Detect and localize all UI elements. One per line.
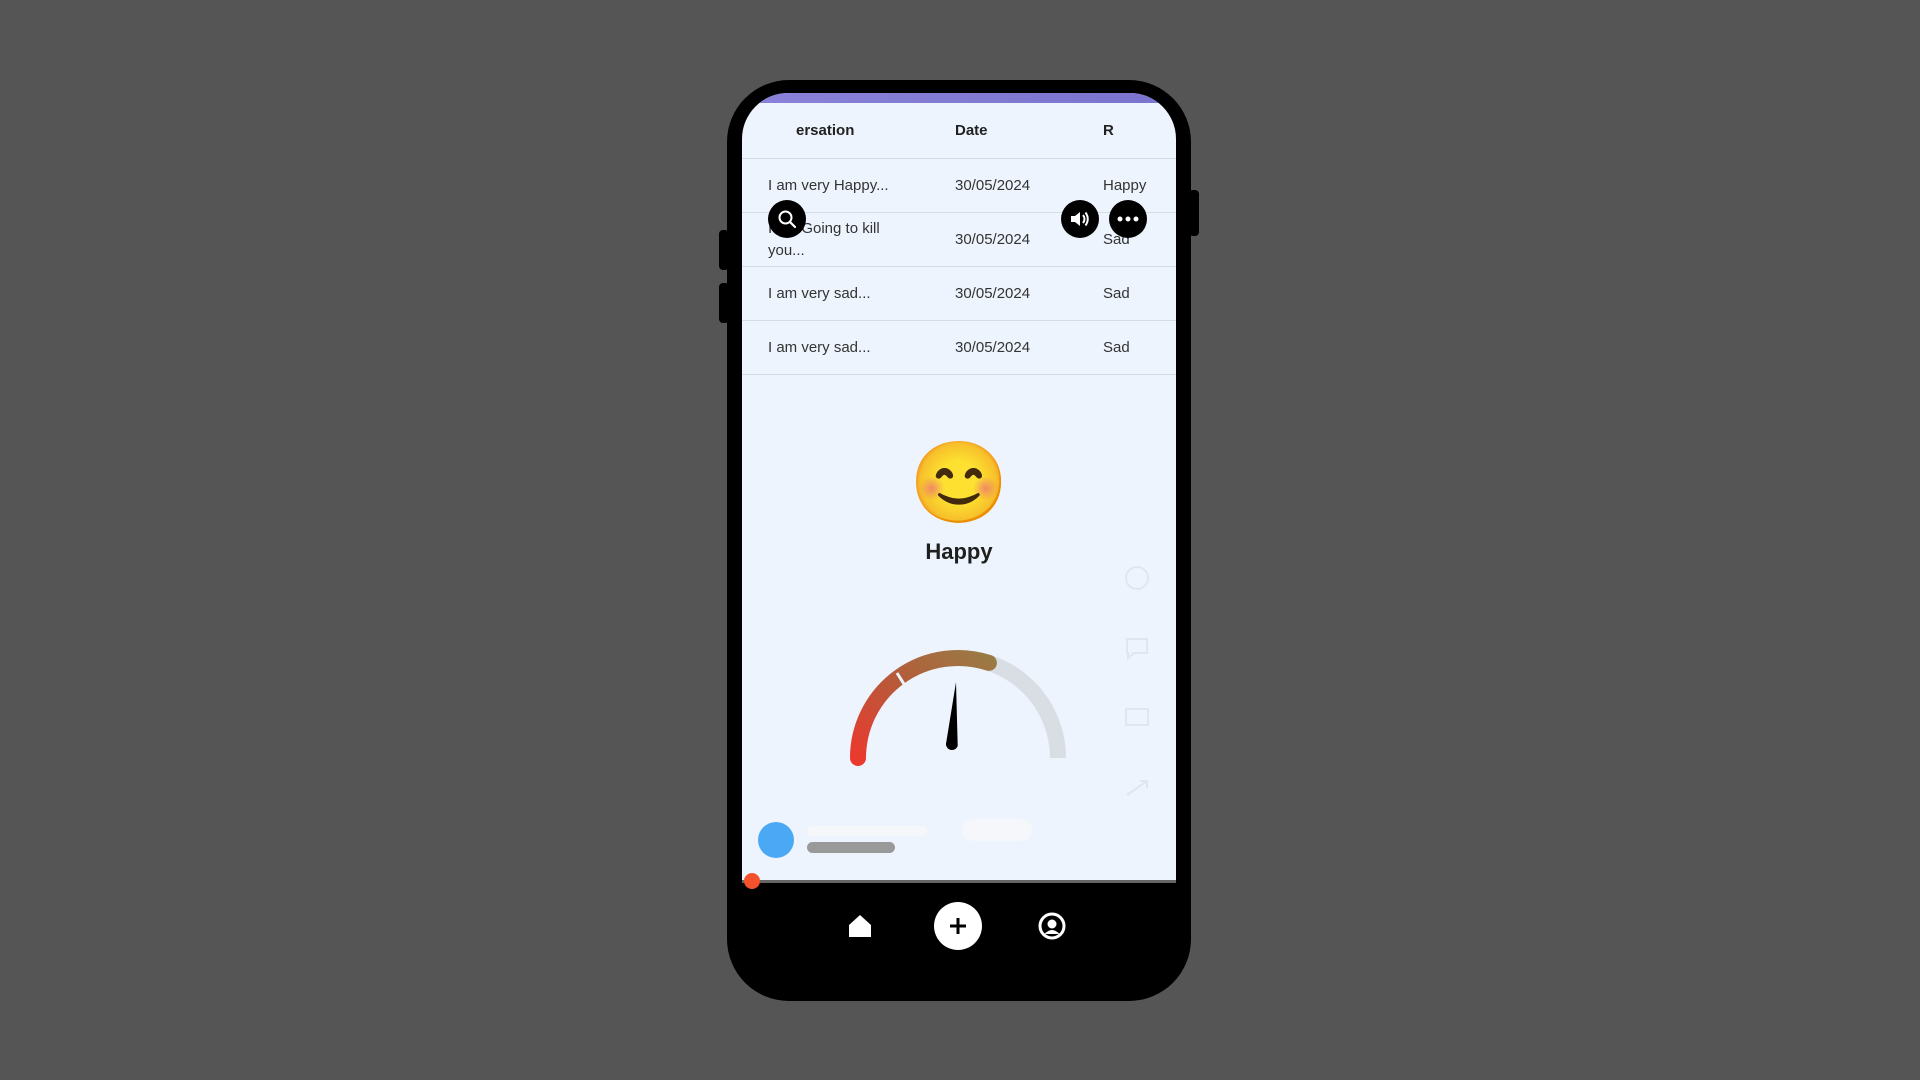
volume-down-button	[719, 283, 729, 323]
home-button[interactable]	[845, 911, 875, 941]
mood-gauge	[850, 650, 1066, 766]
table-row[interactable]: I am very Happy... 30/05/2024 Happy	[742, 159, 1176, 213]
username-placeholder	[807, 842, 895, 853]
profile-button[interactable]	[1037, 911, 1067, 941]
gauge-track	[850, 650, 1066, 759]
like-icon	[1125, 566, 1149, 590]
row-result: Sad	[1103, 338, 1130, 356]
avatar	[758, 822, 794, 858]
conversation-table: ersation Date R I am very Happy... 30/05…	[742, 103, 1176, 375]
caption-placeholder	[807, 826, 927, 836]
sound-button[interactable]	[1061, 200, 1099, 238]
row-conversation: I am very Happy...	[768, 176, 889, 194]
table-row[interactable]: I am very sad... 30/05/2024 Sad	[742, 321, 1176, 375]
row-date: 30/05/2024	[955, 176, 1031, 194]
app-screen: ersation Date R I am very Happy... 30/05…	[742, 93, 1176, 880]
accent-bar	[742, 93, 1176, 103]
follow-placeholder	[962, 819, 1032, 841]
mood-emoji: 😊	[909, 438, 1009, 527]
gauge-needle	[946, 682, 958, 750]
volume-up-button	[719, 230, 729, 270]
plus-icon	[950, 918, 966, 934]
header-conversation: ersation	[796, 121, 855, 139]
header-result: R	[1103, 121, 1114, 139]
share-icon	[1126, 780, 1148, 796]
bottom-navigation	[727, 900, 1191, 980]
video-progress-bar[interactable]	[742, 873, 1176, 889]
mood-label: Happy	[925, 539, 993, 564]
message-icon	[1125, 708, 1149, 726]
row-result: Happy	[1103, 176, 1147, 194]
row-conversation: I am very sad...	[768, 338, 871, 356]
phone-frame: ersation Date R I am very Happy... 30/05…	[719, 80, 1199, 1001]
comment-icon	[1126, 638, 1148, 661]
row-conversation: I am very sad...	[768, 284, 871, 302]
search-button[interactable]	[768, 200, 806, 238]
table-header: ersation Date R	[742, 103, 1176, 159]
gauge-fill	[850, 650, 997, 766]
progress-handle[interactable]	[744, 873, 760, 889]
search-icon	[778, 210, 797, 229]
row-result: Sad	[1103, 284, 1130, 302]
power-button	[1189, 190, 1199, 236]
profile-icon	[1038, 912, 1066, 940]
row-date: 30/05/2024	[955, 230, 1031, 248]
speaker-icon	[1071, 211, 1089, 227]
row-date: 30/05/2024	[955, 284, 1031, 302]
row-date: 30/05/2024	[955, 338, 1031, 356]
home-icon	[849, 915, 871, 937]
more-button[interactable]	[1109, 200, 1147, 238]
more-icon	[1117, 216, 1139, 222]
table-row[interactable]: I am very sad... 30/05/2024 Sad	[742, 267, 1176, 321]
add-button[interactable]	[934, 902, 982, 950]
header-date: Date	[955, 121, 988, 139]
